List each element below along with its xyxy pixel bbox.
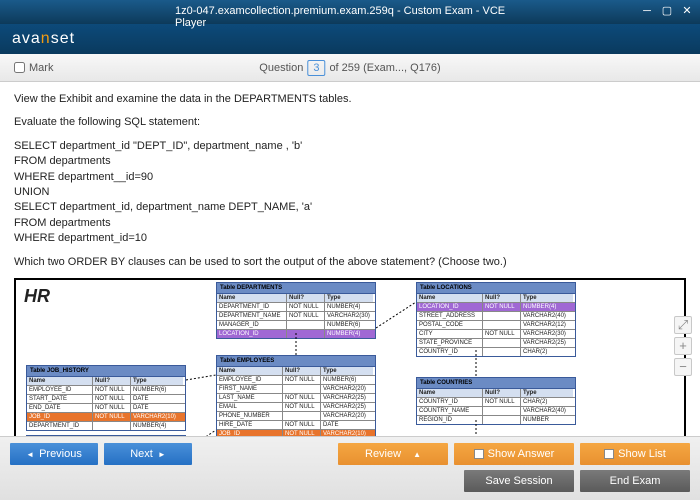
mark-checkbox[interactable]: Mark <box>14 62 53 74</box>
zoom-out-button[interactable]: − <box>674 358 692 376</box>
table-locations: Table LOCATIONS NameNull?Type LOCATION_I… <box>416 282 576 357</box>
table-employees: Table EMPLOYEES NameNull?Type EMPLOYEE_I… <box>216 355 376 436</box>
table-countries: Table COUNTRIES NameNull?Type COUNTRY_ID… <box>416 377 576 425</box>
maximize-button[interactable]: ▢ <box>658 5 676 19</box>
zoom-reset-button[interactable]: ⤢ <box>674 316 692 334</box>
app-logo: avanset <box>12 30 75 48</box>
window-title: 1z0-047.examcollection.premium.exam.259q… <box>175 5 525 29</box>
next-button[interactable]: Next <box>104 443 192 465</box>
minimize-button[interactable]: ─ <box>638 5 656 19</box>
schema-diagram: HR Table DEPARTMENTS NameNull?Type DEPAR… <box>14 278 686 436</box>
question-indicator: Question 3 of 259 (Exam..., Q176) <box>259 60 440 76</box>
table-departments: Table DEPARTMENTS NameNull?Type DEPARTME… <box>216 282 376 339</box>
review-button[interactable]: Review▲ <box>338 443 448 465</box>
previous-button[interactable]: Previous <box>10 443 98 465</box>
save-session-button[interactable]: Save Session <box>464 470 574 492</box>
show-list-button[interactable]: Show List <box>580 443 690 465</box>
question-content: View the Exhibit and examine the data in… <box>0 82 700 436</box>
show-answer-button[interactable]: Show Answer <box>454 443 574 465</box>
close-button[interactable]: ✕ <box>678 5 696 19</box>
zoom-in-button[interactable]: + <box>674 337 692 355</box>
end-exam-button[interactable]: End Exam <box>580 470 690 492</box>
table-job-history: Table JOB_HISTORY NameNull?Type EMPLOYEE… <box>26 365 186 431</box>
